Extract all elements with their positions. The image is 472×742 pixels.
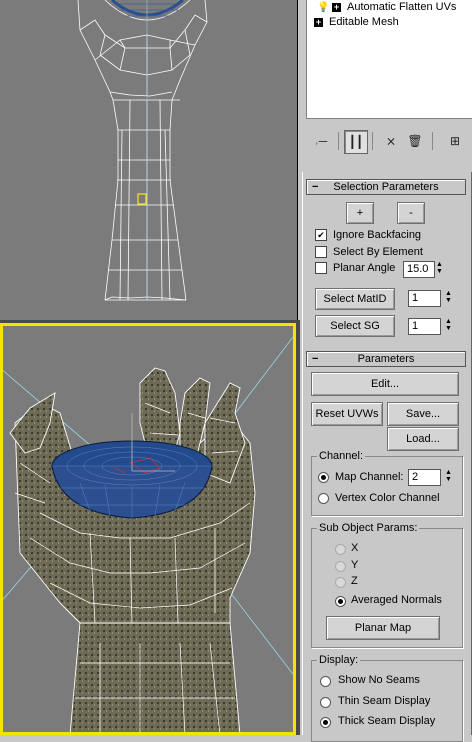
vertex-color-channel-radio[interactable] bbox=[318, 493, 329, 504]
expand-plus-icon[interactable]: + bbox=[314, 18, 323, 27]
modifier-stack-list[interactable]: 💡 + Automatic Flatten UVs + Editable Mes… bbox=[306, 0, 472, 119]
edit-uvws-button[interactable]: Edit... bbox=[311, 372, 459, 396]
channel-group bbox=[311, 456, 463, 516]
grow-selection-button[interactable]: + bbox=[346, 202, 374, 224]
ignore-backfacing-checkbox[interactable]: ✔ bbox=[315, 229, 327, 241]
select-by-element-checkbox[interactable] bbox=[315, 246, 327, 258]
thin-seam-display-label: Thin Seam Display bbox=[338, 695, 431, 707]
reset-uvws-button[interactable]: Reset UVWs bbox=[311, 402, 383, 426]
z-axis-label: Z bbox=[351, 575, 358, 587]
expand-plus-icon[interactable]: + bbox=[332, 3, 341, 12]
perspective-render bbox=[0, 332, 296, 735]
ignore-backfacing-label: Ignore Backfacing bbox=[333, 229, 422, 241]
z-axis-radio[interactable] bbox=[335, 577, 346, 588]
planar-angle-checkbox[interactable] bbox=[315, 262, 327, 274]
configure-sets-icon[interactable]: ⊞ bbox=[444, 130, 466, 152]
viewport-perspective[interactable] bbox=[0, 323, 296, 735]
sub-object-params-label: Sub Object Params: bbox=[317, 522, 420, 534]
viewport-front[interactable] bbox=[0, 0, 298, 320]
pin-stack-icon[interactable]: ˒─ bbox=[310, 130, 332, 152]
select-sg-button[interactable]: Select SG bbox=[315, 315, 395, 337]
averaged-normals-label: Averaged Normals bbox=[351, 594, 442, 606]
select-matid-button[interactable]: Select MatID bbox=[315, 288, 395, 310]
planar-angle-label: Planar Angle bbox=[333, 262, 396, 274]
spinner-arrows-icon[interactable]: ▲ ▼ bbox=[444, 290, 453, 305]
lightbulb-icon[interactable]: 💡 bbox=[317, 2, 329, 13]
map-channel-radio[interactable] bbox=[318, 472, 329, 483]
remove-modifier-icon[interactable]: 🗑 bbox=[404, 130, 426, 152]
thick-seam-display-radio[interactable] bbox=[320, 717, 331, 728]
map-channel-label: Map Channel: bbox=[335, 471, 404, 483]
y-axis-radio[interactable] bbox=[335, 561, 346, 572]
sg-spinner[interactable]: 1 bbox=[408, 318, 441, 335]
shrink-selection-button[interactable]: - bbox=[397, 202, 425, 224]
stack-item-label: Automatic Flatten UVs bbox=[347, 1, 457, 13]
front-wireframe-render bbox=[77, 0, 208, 301]
map-channel-spinner[interactable]: 2 bbox=[408, 469, 441, 486]
spinner-arrows-icon[interactable]: ▲ ▼ bbox=[444, 318, 453, 333]
planar-angle-spinner[interactable]: 15.0 bbox=[403, 261, 435, 278]
averaged-normals-radio[interactable] bbox=[335, 596, 346, 607]
stack-item-label: Editable Mesh bbox=[329, 16, 399, 28]
show-no-seams-label: Show No Seams bbox=[338, 674, 420, 686]
planar-map-button[interactable]: Planar Map bbox=[326, 616, 440, 640]
matid-spinner[interactable]: 1 bbox=[408, 290, 441, 307]
spinner-arrows-icon[interactable]: ▲ ▼ bbox=[435, 261, 444, 276]
make-unique-icon[interactable]: ⨯ bbox=[380, 130, 402, 152]
stack-item-editable-mesh[interactable]: + Editable Mesh bbox=[307, 15, 472, 30]
stack-item-automatic-flatten-uvs[interactable]: 💡 + Automatic Flatten UVs bbox=[307, 0, 472, 15]
save-uvws-button[interactable]: Save... bbox=[387, 402, 459, 426]
stack-toolbar: ˒─ ┃┃ ⨯ 🗑 ⊞ bbox=[306, 124, 471, 158]
channel-group-label: Channel: bbox=[317, 450, 366, 462]
thin-seam-display-radio[interactable] bbox=[320, 697, 331, 708]
show-no-seams-radio[interactable] bbox=[320, 676, 331, 687]
x-axis-radio[interactable] bbox=[335, 544, 346, 555]
show-end-result-icon[interactable]: ┃┃ bbox=[344, 130, 368, 154]
thick-seam-display-label: Thick Seam Display bbox=[338, 715, 436, 727]
y-axis-label: Y bbox=[351, 559, 359, 571]
spinner-arrows-icon[interactable]: ▲ ▼ bbox=[444, 469, 453, 484]
select-by-element-label: Select By Element bbox=[333, 246, 423, 258]
x-axis-label: X bbox=[351, 542, 359, 554]
vertex-color-channel-label: Vertex Color Channel bbox=[335, 492, 440, 504]
load-uvws-button[interactable]: Load... bbox=[387, 427, 459, 451]
display-group-label: Display: bbox=[317, 654, 361, 666]
